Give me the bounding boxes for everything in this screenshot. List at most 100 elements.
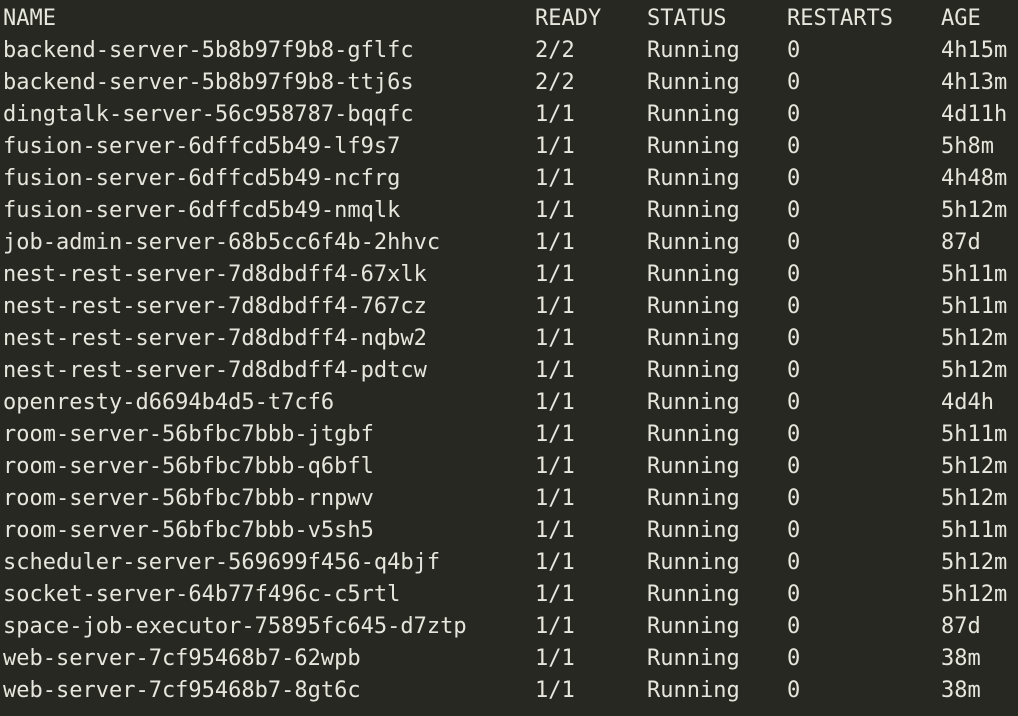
pod-status: Running — [647, 230, 740, 255]
pod-restarts: 0 — [787, 102, 801, 127]
pod-age: 5h11m — [941, 518, 1008, 543]
table-row: scheduler-server-569699f456-q4bjf 1/1 Runn… — [0, 547, 1018, 579]
pod-status: Running — [647, 518, 740, 543]
pod-age: 5h12m — [941, 454, 1008, 479]
pod-ready: 1/1 — [535, 390, 575, 415]
pod-restarts: 0 — [787, 358, 801, 383]
pod-status: Running — [647, 582, 740, 607]
pod-ready: 1/1 — [535, 486, 575, 511]
pod-restarts: 0 — [787, 198, 801, 223]
pod-restarts: 0 — [787, 134, 801, 159]
pod-name: dingtalk-server-56c958787-bqqfc — [3, 102, 414, 127]
pod-name: nest-rest-server-7d8dbdff4-767cz — [3, 294, 427, 319]
pod-age: 4d4h — [941, 390, 994, 415]
pod-restarts: 0 — [787, 38, 801, 63]
pod-name: web-server-7cf95468b7-62wpb — [3, 646, 361, 671]
pod-status: Running — [647, 454, 740, 479]
pod-status: Running — [647, 646, 740, 671]
table-row: web-server-7cf95468b7-62wpb 1/1 Running 0 38… — [0, 643, 1018, 675]
pod-restarts: 0 — [787, 422, 801, 447]
table-row: dingtalk-server-56c958787-bqqfc 1/1 Runnin… — [0, 99, 1018, 131]
table-row: backend-server-5b8b97f9b8-gflfc 2/2 Runnin… — [0, 35, 1018, 67]
header-restarts: RESTARTS — [787, 6, 893, 31]
pod-restarts: 0 — [787, 486, 801, 511]
pod-ready: 1/1 — [535, 518, 575, 543]
pod-restarts: 0 — [787, 326, 801, 351]
pod-status: Running — [647, 166, 740, 191]
pod-status: Running — [647, 198, 740, 223]
pod-age: 5h12m — [941, 486, 1008, 511]
pod-age: 5h12m — [941, 198, 1008, 223]
pod-restarts: 0 — [787, 550, 801, 575]
pod-status: Running — [647, 70, 740, 95]
pod-restarts: 0 — [787, 646, 801, 671]
pod-age: 87d — [941, 230, 981, 255]
pod-name: job-admin-server-68b5cc6f4b-2hhvc — [3, 230, 441, 255]
pod-status: Running — [647, 422, 740, 447]
pod-name: web-server-7cf95468b7-8gt6c — [3, 678, 361, 703]
header-status: STATUS — [647, 6, 727, 31]
header-name: NAME — [3, 6, 56, 31]
pod-name: nest-rest-server-7d8dbdff4-nqbw2 — [3, 326, 427, 351]
pod-ready: 2/2 — [535, 70, 575, 95]
pod-age: 5h12m — [941, 326, 1008, 351]
pod-status: Running — [647, 390, 740, 415]
pod-name: space-job-executor-75895fc645-d7ztp — [3, 614, 467, 639]
pod-restarts: 0 — [787, 166, 801, 191]
table-row: nest-rest-server-7d8dbdff4-pdtcw 1/1 Runni… — [0, 355, 1018, 387]
pod-ready: 1/1 — [535, 454, 575, 479]
table-row: room-server-56bfbc7bbb-rnpwv 1/1 Running 0 5… — [0, 483, 1018, 515]
pod-name: backend-server-5b8b97f9b8-ttj6s — [3, 70, 414, 95]
table-row: nest-rest-server-7d8dbdff4-nqbw2 1/1 Runni… — [0, 323, 1018, 355]
table-row: fusion-server-6dffcd5b49-lf9s7 1/1 Running… — [0, 131, 1018, 163]
terminal-window[interactable]: NAME READY STATUS RESTARTS AGE backend-s… — [0, 0, 1018, 716]
pod-ready: 1/1 — [535, 582, 575, 607]
pod-status: Running — [647, 294, 740, 319]
pod-ready: 1/1 — [535, 262, 575, 287]
pod-ready: 1/1 — [535, 102, 575, 127]
pod-age: 5h11m — [941, 294, 1008, 319]
header-ready: READY — [535, 6, 602, 31]
pod-restarts: 0 — [787, 614, 801, 639]
pod-age: 5h12m — [941, 550, 1008, 575]
pod-age: 5h12m — [941, 358, 1008, 383]
pod-ready: 1/1 — [535, 294, 575, 319]
table-row: room-server-56bfbc7bbb-jtgbf 1/1 Running 0 5… — [0, 419, 1018, 451]
table-header: NAME READY STATUS RESTARTS AGE — [0, 3, 1018, 35]
pod-age: 5h12m — [941, 582, 1008, 607]
pod-name: fusion-server-6dffcd5b49-lf9s7 — [3, 134, 401, 159]
pod-name: room-server-56bfbc7bbb-q6bfl — [3, 454, 374, 479]
pod-status: Running — [647, 262, 740, 287]
pod-name: fusion-server-6dffcd5b49-nmqlk — [3, 198, 401, 223]
pod-restarts: 0 — [787, 454, 801, 479]
pod-restarts: 0 — [787, 678, 801, 703]
pod-restarts: 0 — [787, 230, 801, 255]
pod-name: room-server-56bfbc7bbb-jtgbf — [3, 422, 374, 447]
table-row: fusion-server-6dffcd5b49-ncfrg 1/1 Running… — [0, 163, 1018, 195]
pod-name: room-server-56bfbc7bbb-v5sh5 — [3, 518, 374, 543]
pod-restarts: 0 — [787, 390, 801, 415]
table-row: nest-rest-server-7d8dbdff4-767cz 1/1 Runni… — [0, 291, 1018, 323]
table-row: nest-rest-server-7d8dbdff4-67xlk 1/1 Runni… — [0, 259, 1018, 291]
pod-age: 4h15m — [941, 38, 1008, 63]
pod-status: Running — [647, 326, 740, 351]
pod-ready: 1/1 — [535, 550, 575, 575]
pod-name: nest-rest-server-7d8dbdff4-pdtcw — [3, 358, 427, 383]
pod-name: fusion-server-6dffcd5b49-ncfrg — [3, 166, 401, 191]
pod-restarts: 0 — [787, 70, 801, 95]
pod-restarts: 0 — [787, 294, 801, 319]
pod-status: Running — [647, 550, 740, 575]
pod-ready: 2/2 — [535, 38, 575, 63]
table-row: room-server-56bfbc7bbb-q6bfl 1/1 Running 0 5… — [0, 451, 1018, 483]
pod-name: nest-rest-server-7d8dbdff4-67xlk — [3, 262, 427, 287]
pod-restarts: 0 — [787, 518, 801, 543]
pod-ready: 1/1 — [535, 678, 575, 703]
pod-ready: 1/1 — [535, 358, 575, 383]
table-row: socket-server-64b77f496c-c5rtl 1/1 Running… — [0, 579, 1018, 611]
pod-name: socket-server-64b77f496c-c5rtl — [3, 582, 401, 607]
pod-name: room-server-56bfbc7bbb-rnpwv — [3, 486, 374, 511]
pod-ready: 1/1 — [535, 422, 575, 447]
pod-status: Running — [647, 134, 740, 159]
pod-age: 4h13m — [941, 70, 1008, 95]
pod-ready: 1/1 — [535, 614, 575, 639]
